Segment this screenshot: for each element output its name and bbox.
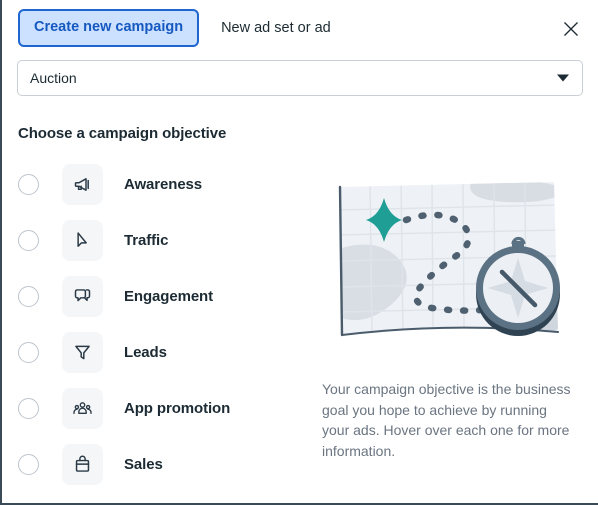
objective-label: Traffic — [124, 231, 169, 249]
objective-description: Your campaign objective is the business … — [322, 381, 571, 459]
close-icon[interactable] — [558, 16, 584, 42]
radio-app-promotion[interactable] — [18, 397, 39, 419]
map-with-compass-illustration — [338, 182, 560, 337]
objective-info-panel: Your campaign objective is the business … — [312, 156, 598, 492]
objective-label: Awareness — [124, 175, 203, 193]
dialog-body: Awareness Traffic Engagement Leads App p… — [2, 142, 598, 492]
dialog-header: Create new campaign New ad set or ad — [2, 0, 598, 56]
people-icon — [62, 387, 103, 429]
create-campaign-dialog: Create new campaign New ad set or ad Auc… — [0, 0, 598, 505]
objective-label: Engagement — [124, 287, 214, 305]
radio-engagement[interactable] — [18, 285, 39, 307]
objective-list: Awareness Traffic Engagement Leads App p… — [2, 156, 312, 492]
objective-row-traffic[interactable]: Traffic — [2, 212, 312, 268]
radio-leads[interactable] — [18, 341, 39, 363]
chat-bubbles-icon — [62, 275, 103, 317]
objective-row-leads[interactable]: Leads — [2, 324, 312, 380]
radio-traffic[interactable] — [18, 229, 39, 251]
objective-label: App promotion — [124, 399, 231, 417]
buying-type-select[interactable]: Auction — [17, 60, 583, 96]
cursor-icon — [62, 219, 103, 261]
tab-new-ad-set-or-ad[interactable]: New ad set or ad — [221, 21, 331, 36]
funnel-icon — [62, 331, 103, 373]
buying-type-value: Auction — [30, 70, 77, 86]
objective-row-awareness[interactable]: Awareness — [2, 156, 312, 212]
radio-sales[interactable] — [18, 453, 39, 475]
objective-row-engagement[interactable]: Engagement — [2, 268, 312, 324]
objective-label: Sales — [124, 455, 163, 473]
megaphone-icon — [62, 163, 103, 205]
tab-create-new-campaign[interactable]: Create new campaign — [18, 9, 200, 47]
radio-awareness[interactable] — [18, 173, 39, 195]
objective-label: Leads — [124, 343, 167, 361]
buying-type-select-wrapper: Auction — [17, 60, 583, 96]
objective-row-sales[interactable]: Sales — [2, 436, 312, 492]
objective-row-app-promotion[interactable]: App promotion — [2, 380, 312, 436]
page-title: Choose a campaign objective — [18, 125, 227, 142]
shopping-bag-icon — [62, 443, 103, 485]
